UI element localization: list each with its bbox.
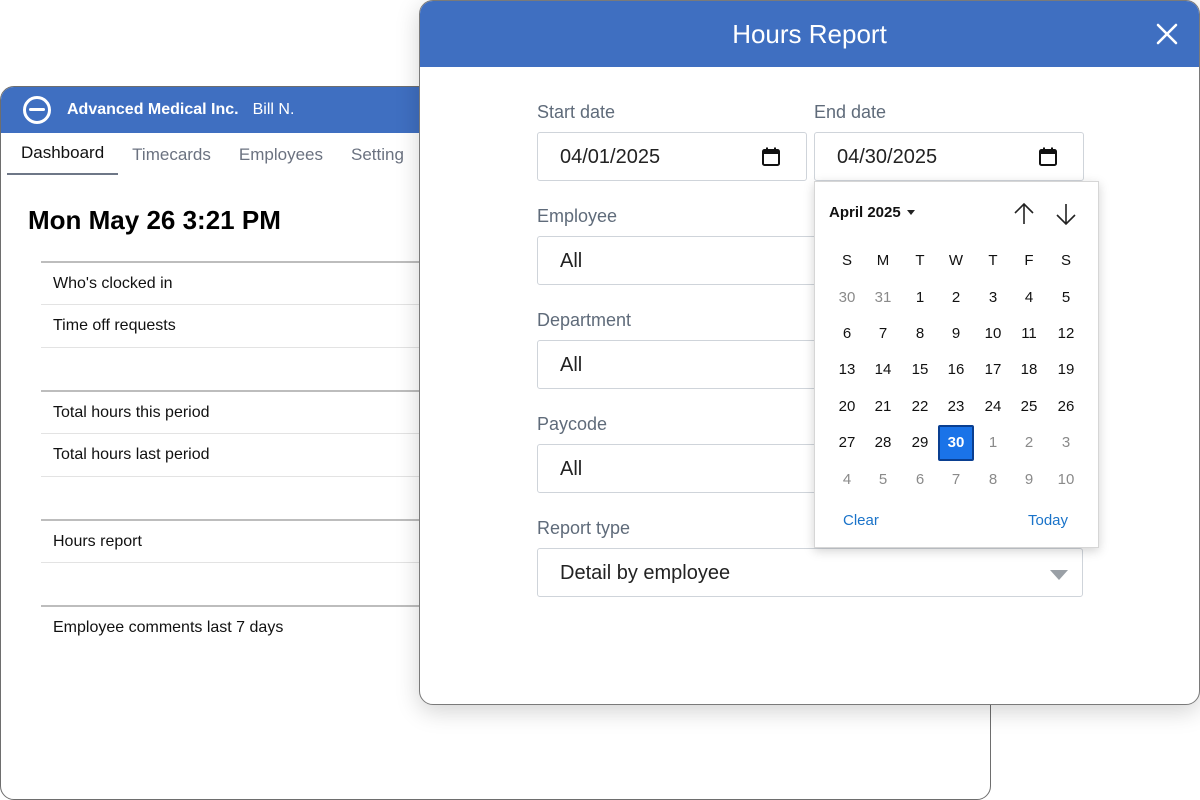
weekday-header: S: [841, 252, 852, 269]
calendar-day[interactable]: 16: [938, 352, 974, 388]
weekday-header: W: [948, 252, 964, 269]
month-label: April 2025: [829, 204, 901, 221]
calendar-day[interactable]: 17: [975, 352, 1011, 388]
month-selector[interactable]: April 2025: [829, 204, 915, 221]
weekday-header: M: [876, 252, 890, 269]
calendar-day[interactable]: 9: [938, 316, 974, 352]
calendar-day[interactable]: 8: [902, 316, 938, 352]
calendar-day[interactable]: 12: [1048, 316, 1084, 352]
calendar-day[interactable]: 27: [829, 425, 865, 461]
start-date-input[interactable]: 04/01/2025: [537, 132, 807, 181]
end-date-label: End date: [814, 102, 887, 122]
logo-icon: [23, 96, 51, 124]
calendar-day[interactable]: 2: [1011, 425, 1047, 461]
list-spacer: [41, 476, 461, 519]
calendar-day[interactable]: 14: [865, 352, 901, 388]
weekday-header: F: [1024, 252, 1034, 269]
calendar-day[interactable]: 20: [829, 389, 865, 425]
calendar-day[interactable]: 25: [1011, 389, 1047, 425]
report-type-label: Report type: [537, 518, 631, 538]
calendar-day[interactable]: 10: [1048, 462, 1084, 498]
hours-report-modal: Hours Report Start date 04/01/2025 End d…: [419, 0, 1200, 705]
calendar-day[interactable]: 30: [829, 280, 865, 316]
calendar-day[interactable]: 29: [902, 425, 938, 461]
dropdown-arrow-icon: [1050, 570, 1068, 580]
weekday-header: T: [988, 252, 998, 269]
calendar-day[interactable]: 18: [1011, 352, 1047, 388]
user-name[interactable]: Bill N.: [253, 101, 295, 119]
tab-employees[interactable]: Employees: [225, 145, 337, 175]
calendar-day[interactable]: 26: [1048, 389, 1084, 425]
previous-month-icon[interactable]: [1012, 201, 1036, 227]
modal-title: Hours Report: [732, 18, 887, 49]
calendar-day[interactable]: 28: [865, 425, 901, 461]
close-icon[interactable]: [1155, 22, 1179, 46]
list-item[interactable]: Hours report: [41, 519, 461, 562]
calendar-icon[interactable]: [762, 147, 780, 166]
calendar-day[interactable]: 15: [902, 352, 938, 388]
next-month-icon[interactable]: [1054, 201, 1078, 227]
calendar-day[interactable]: 21: [865, 389, 901, 425]
clear-button[interactable]: Clear: [843, 512, 879, 529]
end-date-value: 04/30/2025: [837, 146, 938, 168]
department-label: Department: [537, 310, 632, 330]
calendar-day[interactable]: 3: [1048, 425, 1084, 461]
calendar-day[interactable]: 31: [865, 280, 901, 316]
calendar-day[interactable]: 7: [865, 316, 901, 352]
calendar-day[interactable]: 1: [975, 425, 1011, 461]
list-item[interactable]: Total hours last period: [41, 433, 461, 476]
dashboard-list: Who's clocked in Time off requests Total…: [41, 261, 461, 648]
calendar-day[interactable]: 7: [938, 462, 974, 498]
calendar-day[interactable]: 30: [938, 425, 974, 461]
date-picker-popup: April 2025 S M T W T F S 30 31 1 2 3 4 5 6 7 8 9 10 11 12 13 1…: [814, 181, 1099, 548]
start-date-label: Start date: [537, 102, 616, 122]
employee-label: Employee: [537, 206, 618, 226]
calendar-day[interactable]: 5: [1048, 280, 1084, 316]
employee-value: All: [560, 250, 583, 272]
weekday-header: S: [1060, 252, 1071, 269]
paycode-value: All: [560, 458, 583, 480]
calendar-day[interactable]: 13: [829, 352, 865, 388]
list-item[interactable]: Who's clocked in: [41, 261, 461, 304]
report-type-value: Detail by employee: [560, 562, 731, 584]
calendar-day[interactable]: 6: [829, 316, 865, 352]
calendar-day[interactable]: 3: [975, 280, 1011, 316]
tab-settings[interactable]: Setting: [337, 145, 418, 175]
calendar-day[interactable]: 9: [1011, 462, 1047, 498]
calendar-day[interactable]: 6: [902, 462, 938, 498]
company-name: Advanced Medical Inc.: [67, 101, 239, 118]
calendar-day[interactable]: 4: [1011, 280, 1047, 316]
paycode-label: Paycode: [537, 414, 608, 434]
calendar-day[interactable]: 4: [829, 462, 865, 498]
calendar-day[interactable]: 1: [902, 280, 938, 316]
calendar-day[interactable]: 10: [975, 316, 1011, 352]
calendar-day[interactable]: 2: [938, 280, 974, 316]
list-item[interactable]: Time off requests: [41, 304, 461, 347]
list-item[interactable]: Total hours this period: [41, 390, 461, 433]
department-value: All: [560, 354, 583, 376]
calendar-day[interactable]: 8: [975, 462, 1011, 498]
calendar-day[interactable]: 22: [902, 389, 938, 425]
calendar-icon[interactable]: [1039, 147, 1057, 166]
calendar-day[interactable]: 11: [1011, 316, 1047, 352]
report-type-select[interactable]: Detail by employee: [537, 548, 1083, 597]
list-item[interactable]: Employee comments last 7 days: [41, 605, 461, 648]
tab-dashboard[interactable]: Dashboard: [7, 143, 119, 175]
calendar-day[interactable]: 19: [1048, 352, 1084, 388]
today-button[interactable]: Today: [1028, 512, 1068, 529]
start-date-value: 04/01/2025: [560, 146, 661, 168]
calendar-day[interactable]: 24: [975, 389, 1011, 425]
calendar-day[interactable]: 23: [938, 389, 974, 425]
calendar-day[interactable]: 5: [865, 462, 901, 498]
modal-header: Hours Report: [420, 1, 1199, 67]
caret-down-icon: [906, 210, 915, 215]
tab-timecards[interactable]: Timecards: [118, 145, 225, 175]
end-date-input[interactable]: 04/30/2025: [814, 132, 1084, 181]
weekday-header: T: [915, 252, 925, 269]
list-spacer: [41, 562, 461, 605]
list-spacer: [41, 347, 461, 390]
